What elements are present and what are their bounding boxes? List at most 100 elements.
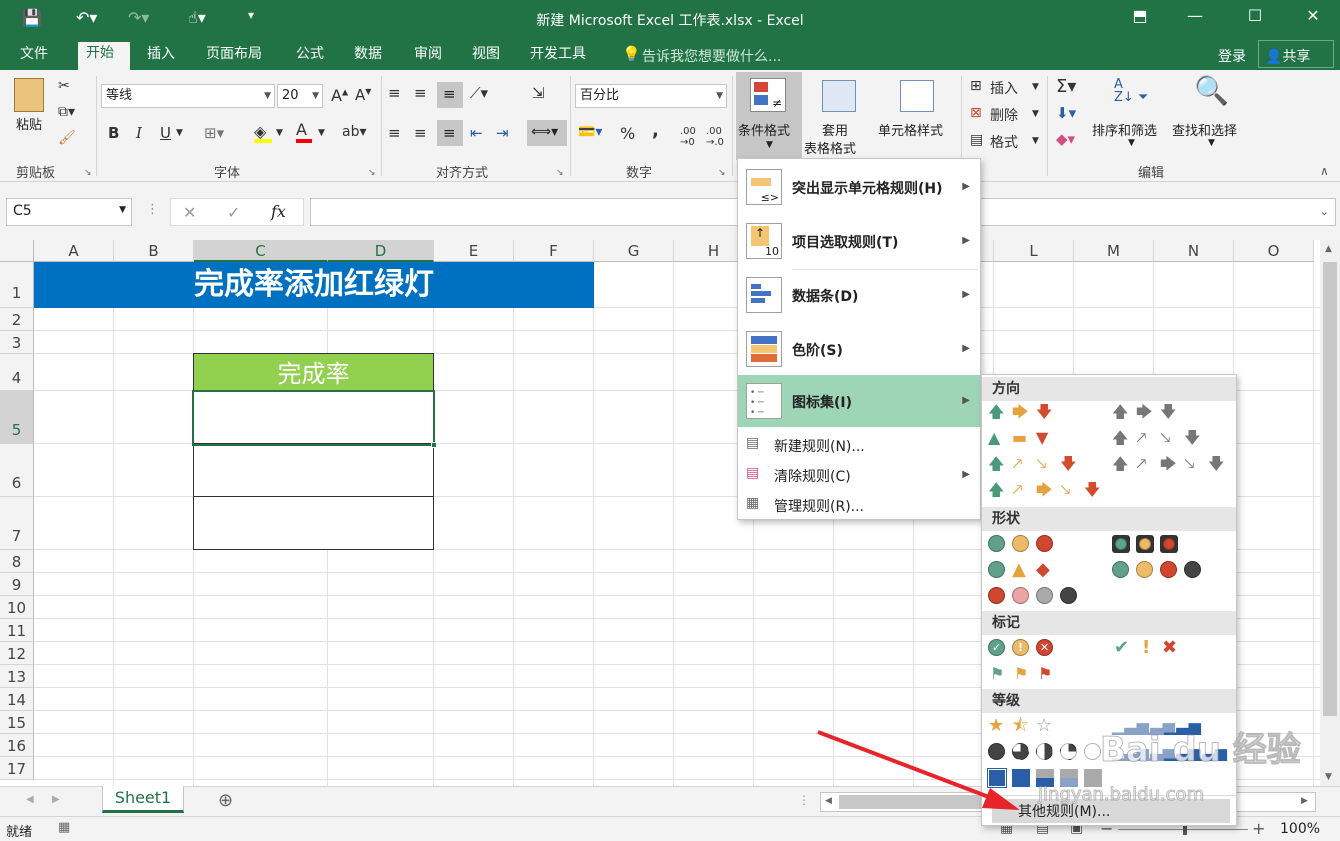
insert-cells-label[interactable]: 插入 <box>990 78 1018 98</box>
header-cell[interactable]: 完成率 <box>193 353 434 391</box>
find-select-button[interactable]: 🔍 查找和选择 ▼ <box>1172 72 1252 160</box>
menu-item-color-scales[interactable]: 色阶(S) ▶ <box>738 323 980 375</box>
dialog-launcher-icon[interactable]: ↘ <box>718 168 726 178</box>
row-header[interactable]: 7 <box>0 497 34 550</box>
fill-color-icon[interactable]: ◈ <box>254 122 272 143</box>
prev-sheet-icon[interactable]: ◀ <box>26 794 34 805</box>
tab-formulas[interactable]: 公式 <box>288 43 332 67</box>
percent-button[interactable]: % <box>620 124 635 143</box>
tab-view[interactable]: 视图 <box>464 43 508 67</box>
iconset-3-arrows-gray[interactable]: 🡅 🡆 🡇 <box>1110 403 1230 427</box>
sort-filter-button[interactable]: A Z↓ ⏷ 排序和筛选 ▼ <box>1092 72 1170 160</box>
close-icon[interactable]: ✕ <box>1298 6 1328 25</box>
row-header[interactable]: 16 <box>0 734 34 757</box>
cancel-icon[interactable]: ✕ <box>183 203 196 222</box>
collapse-ribbon-icon[interactable]: ∧ <box>1320 164 1329 178</box>
enter-icon[interactable]: ✓ <box>227 203 240 222</box>
minimize-icon[interactable]: — <box>1180 6 1210 25</box>
scroll-right-icon[interactable]: ▶ <box>1301 796 1308 806</box>
accounting-format-icon[interactable]: 💳▾ <box>578 124 602 140</box>
decrease-indent-icon[interactable]: ⇤ <box>470 124 483 142</box>
orientation-icon[interactable]: ⟋▾ <box>470 84 488 102</box>
scroll-down-icon[interactable]: ▼ <box>1325 772 1332 782</box>
tell-me-box[interactable]: 告诉我您想要做什么... <box>642 46 781 66</box>
title-cell[interactable]: 完成率添加红绿灯 <box>34 262 594 308</box>
column-header[interactable]: O <box>1234 240 1314 262</box>
chevron-down-icon[interactable]: ▼ <box>1032 136 1039 146</box>
tab-file[interactable]: 文件 <box>12 43 56 67</box>
sheet-tab[interactable]: Sheet1 <box>102 786 184 813</box>
tab-page-layout[interactable]: 页面布局 <box>198 43 270 67</box>
italic-button[interactable]: I <box>136 124 142 142</box>
zoom-level[interactable]: 100% <box>1280 821 1320 837</box>
align-left-icon[interactable]: ≡ <box>388 124 401 142</box>
next-sheet-icon[interactable]: ▶ <box>52 794 60 805</box>
iconset-3-traffic-lights[interactable] <box>986 535 1106 557</box>
chevron-down-icon[interactable]: ▼ <box>1032 82 1039 92</box>
add-sheet-icon[interactable]: ⊕ <box>218 790 233 811</box>
phonetic-icon[interactable]: ab▾ <box>342 124 367 140</box>
chevron-down-icon[interactable]: ▼ <box>1032 109 1039 119</box>
select-all-button[interactable] <box>0 240 34 262</box>
row-header[interactable]: 9 <box>0 573 34 596</box>
row-header[interactable]: 11 <box>0 619 34 642</box>
column-header[interactable]: D <box>328 240 434 262</box>
iconset-4-arrows[interactable]: 🡅 🡕 🡖 🡇 <box>986 455 1106 479</box>
wrap-text-icon[interactable]: ⇲ <box>532 84 545 102</box>
align-top-icon[interactable]: ≡ <box>388 84 401 102</box>
chevron-down-icon[interactable]: ▼ <box>318 128 325 138</box>
scroll-thumb[interactable] <box>1323 262 1337 716</box>
merge-center-button[interactable]: ⟺▾ <box>527 120 567 146</box>
iconset-5-arrows-gray[interactable]: 🡅 🡕 🡆 🡖 🡇 <box>1110 455 1234 479</box>
row-header[interactable]: 10 <box>0 596 34 619</box>
decrease-decimal-icon[interactable]: .00 →.0 <box>706 126 724 148</box>
row-header[interactable]: 3 <box>0 331 34 354</box>
menu-item-data-bars[interactable]: 数据条(D) ▶ <box>738 269 980 323</box>
menu-item-icon-sets[interactable]: • ─ • ─ • ─ 图标集(I) ▶ <box>738 375 980 427</box>
iconset-5-arrows[interactable]: 🡅 🡕 🡆 🡖 🡇 <box>986 481 1110 505</box>
column-header[interactable]: C <box>194 240 328 262</box>
row-header[interactable]: 4 <box>0 354 34 391</box>
row-header[interactable]: 1 <box>0 262 34 308</box>
align-middle-icon[interactable]: ≡ <box>414 84 427 102</box>
cut-icon[interactable]: ✂ <box>58 78 70 94</box>
vertical-scrollbar[interactable]: ▲ ▼ <box>1320 240 1340 786</box>
column-header[interactable]: F <box>514 240 594 262</box>
iconset-4-arrows-gray[interactable]: 🡅 🡕 🡖 🡇 <box>1110 429 1230 453</box>
tab-review[interactable]: 审阅 <box>406 43 450 67</box>
font-name-combo[interactable]: 等线 ▼ <box>101 84 275 108</box>
tab-developer[interactable]: 开发工具 <box>522 43 594 67</box>
dialog-launcher-icon[interactable]: ↘ <box>84 168 92 178</box>
chevron-down-icon[interactable]: ▼ <box>276 128 283 138</box>
delete-cells-icon[interactable]: ⊠ <box>970 105 982 121</box>
column-header[interactable]: B <box>114 240 194 262</box>
increase-decimal-icon[interactable]: .00 →0 <box>680 126 696 148</box>
scroll-up-icon[interactable]: ▲ <box>1325 244 1332 254</box>
bold-button[interactable]: B <box>108 124 119 142</box>
column-header[interactable]: M <box>1074 240 1154 262</box>
menu-item-clear-rules[interactable]: ▤ 清除规则(C) ▶ <box>738 461 980 489</box>
insert-cells-icon[interactable]: ⊞ <box>970 78 982 94</box>
increase-font-icon[interactable]: A▲ <box>331 86 348 105</box>
format-cells-icon[interactable]: ▤ <box>970 132 983 148</box>
column-header[interactable]: N <box>1154 240 1234 262</box>
macro-record-icon[interactable]: ▦ <box>58 820 70 835</box>
iconset-3-arrows[interactable]: 🡅 🡆 🡇 <box>986 403 1106 427</box>
copy-icon[interactable]: ⧉▾ <box>58 104 75 120</box>
maximize-icon[interactable]: ☐ <box>1240 6 1270 25</box>
format-painter-icon[interactable]: 🖌 <box>58 130 76 146</box>
font-color-icon[interactable]: A <box>296 120 312 143</box>
iconset-red-to-black[interactable] <box>986 587 1106 609</box>
column-header[interactable]: A <box>34 240 114 262</box>
menu-item-new-rule[interactable]: ▤ 新建规则(N)... <box>738 431 980 459</box>
name-box[interactable]: C5 ▼ <box>6 198 132 226</box>
decrease-font-icon[interactable]: A▼ <box>355 86 371 104</box>
column-header[interactable]: L <box>994 240 1074 262</box>
delete-cells-label[interactable]: 删除 <box>990 105 1018 125</box>
menu-item-highlight-rules[interactable]: ≤> 突出显示单元格规则(H) ▶ <box>738 159 980 215</box>
column-header[interactable]: G <box>594 240 674 262</box>
row-header[interactable]: 15 <box>0 711 34 734</box>
format-as-table-button[interactable]: 套用 表格格式 <box>804 72 874 160</box>
iconset-4-traffic-lights[interactable] <box>1110 561 1230 583</box>
comma-button[interactable]: , <box>652 120 659 141</box>
